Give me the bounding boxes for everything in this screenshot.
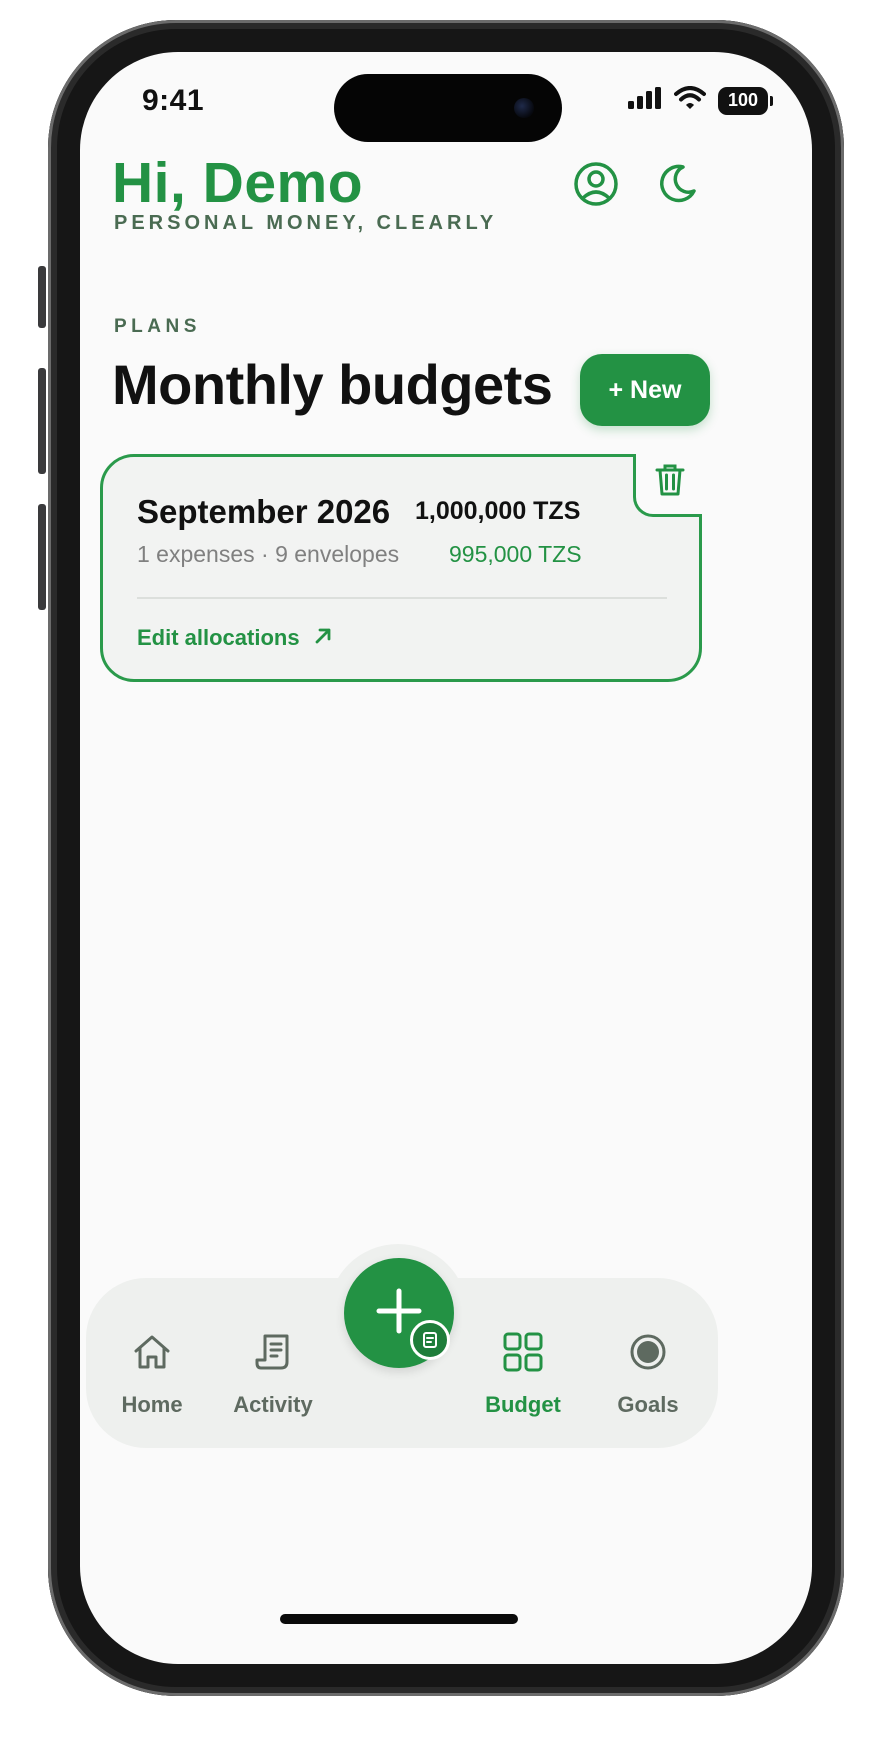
nav-item-budget[interactable]: Budget (463, 1330, 583, 1418)
camera-icon (514, 98, 534, 118)
nav-item-goals[interactable]: Goals (588, 1330, 708, 1418)
battery-icon: 100 (718, 86, 773, 115)
budget-total: 1,000,000 TZS (415, 497, 581, 525)
new-budget-button[interactable]: + New (580, 354, 710, 426)
arrow-up-right-icon (314, 625, 332, 651)
moon-icon (653, 161, 699, 212)
budget-title: September 2026 (137, 493, 391, 530)
dynamic-island (334, 74, 562, 142)
status-icons: 100 (628, 86, 773, 115)
section-label: PLANS (114, 316, 201, 337)
home-indicator (280, 1614, 518, 1624)
budget-remaining: 995,000 TZS (449, 541, 582, 567)
trash-icon (655, 463, 685, 502)
tagline: PERSONAL MONEY, CLEARLY (114, 212, 498, 234)
app-screen: 9:41 100 Hi, Demo PERSONAL MONEY, CLEARL… (80, 52, 812, 1664)
profile-icon (573, 161, 619, 212)
nav-label-goals: Goals (617, 1392, 679, 1417)
volume-down-button (38, 504, 46, 610)
add-transaction-button[interactable] (344, 1258, 454, 1368)
greeting: Hi, Demo (112, 151, 364, 215)
action-button (38, 266, 46, 328)
grid-icon (501, 1330, 545, 1374)
nav-label-home: Home (121, 1392, 183, 1417)
card-notch (633, 454, 702, 517)
page-title: Monthly budgets (112, 353, 553, 416)
budget-card[interactable]: September 2026 1,000,000 TZS 1 expenses … (100, 454, 702, 682)
edit-allocations-label: Edit allocations (137, 625, 300, 650)
volume-up-button (38, 368, 46, 474)
nav-label-activity: Activity (233, 1392, 313, 1417)
wifi-icon (674, 86, 706, 115)
receipt-icon (251, 1330, 295, 1374)
target-icon (626, 1330, 670, 1374)
home-icon (130, 1330, 174, 1374)
theme-toggle-button[interactable] (650, 160, 702, 212)
budget-meta: 1 expenses · 9 envelopes (137, 541, 400, 567)
nav-item-home[interactable]: Home (92, 1330, 212, 1418)
receipt-badge-icon (410, 1320, 450, 1360)
delete-budget-button[interactable] (652, 462, 688, 502)
signal-icon (628, 87, 662, 114)
status-time: 9:41 (142, 84, 205, 117)
edit-allocations-link[interactable]: Edit allocations (137, 625, 332, 651)
card-divider (137, 597, 667, 599)
profile-button[interactable] (570, 160, 622, 212)
nav-label-budget: Budget (485, 1392, 561, 1417)
nav-item-activity[interactable]: Activity (213, 1330, 333, 1418)
